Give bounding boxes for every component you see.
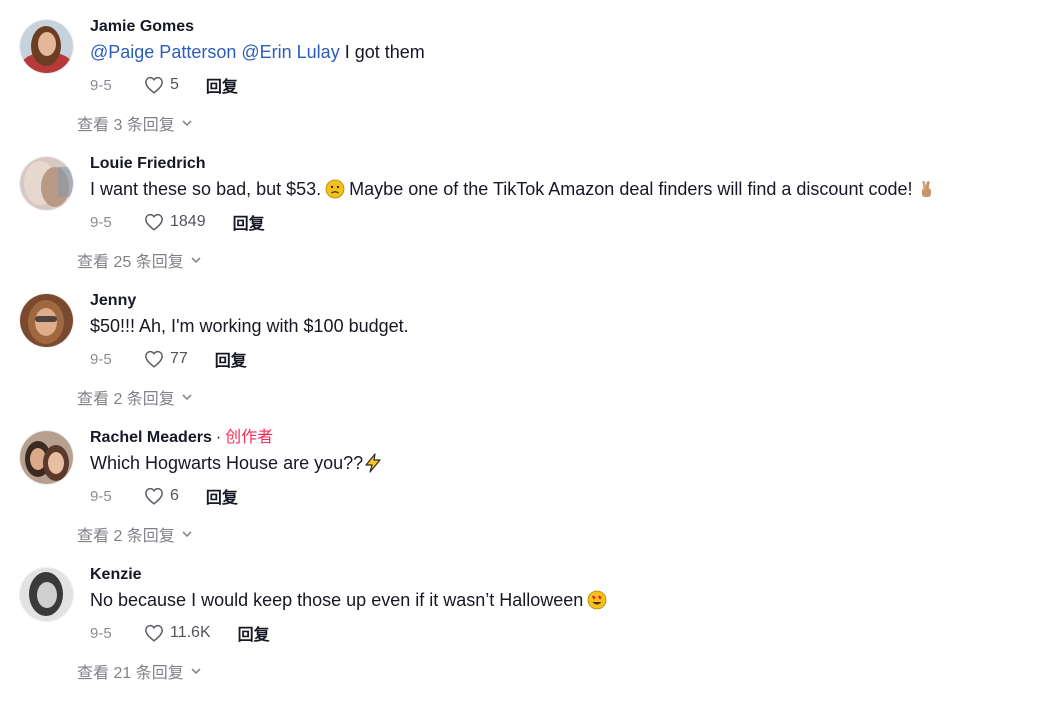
view-replies-label: 查看 2 条回复 [77,391,175,408]
comment-date: 9-5 [90,213,112,231]
comment-item: Louie Friedrich I want these so bad, but… [0,154,1041,291]
lightning-bolt-icon [363,453,383,480]
comment-meta: 9-5 11.6K 回复 [90,621,270,645]
chevron-down-icon [182,531,192,538]
like-button[interactable]: 77 [144,350,188,368]
comment-date: 9-5 [90,487,112,505]
comment-body: $50!!! Ah, I'm working with $100 budget. [90,316,409,336]
heart-icon [145,213,163,231]
comment-body: No because I would keep those up even if… [90,590,584,610]
comment-text: @Paige Patterson @Erin Lulay I got them [90,39,425,65]
comment-meta: 9-5 5 回复 [90,73,238,97]
username-link[interactable]: Rachel Meaders [90,429,212,446]
avatar[interactable] [19,293,74,348]
username[interactable]: Kenzie [90,565,142,585]
view-replies-button[interactable]: 查看 21 条回复 [77,659,202,683]
comment-date: 9-5 [90,350,112,368]
heart-icon [145,350,163,368]
username[interactable]: Louie Friedrich [90,154,206,174]
comment-text: I want these so bad, but $53. Maybe one o… [90,176,939,206]
comment-body: I want these so bad, but $53. [90,179,322,199]
comment-text: Which Hogwarts House are you?? [90,450,387,480]
comment-date: 9-5 [90,76,112,94]
view-replies-label: 查看 21 条回复 [77,665,184,682]
comment-item: Jamie Gomes @Paige Patterson @Erin Lulay… [0,17,1041,154]
comment-item: Jenny $50!!! Ah, I'm working with $100 b… [0,291,1041,428]
avatar[interactable] [19,19,74,74]
avatar[interactable] [19,567,74,622]
like-count: 5 [170,76,179,93]
crossed-fingers-icon [917,179,935,206]
heart-icon [145,624,163,642]
comment-meta: 9-5 77 回复 [90,347,247,371]
slightly-frowning-face-icon [325,179,345,206]
comment-date: 9-5 [90,624,112,642]
comment-text: $50!!! Ah, I'm working with $100 budget. [90,313,409,339]
like-button[interactable]: 6 [144,487,179,505]
like-button[interactable]: 5 [144,76,179,94]
view-replies-label: 查看 3 条回复 [77,117,175,134]
like-count: 77 [170,350,188,367]
view-replies-button[interactable]: 查看 2 条回复 [77,385,193,409]
avatar[interactable] [19,156,74,211]
reply-button[interactable]: 回复 [215,347,247,371]
view-replies-button[interactable]: 查看 25 条回复 [77,248,202,272]
view-replies-label: 查看 2 条回复 [77,528,175,545]
reply-button[interactable]: 回复 [206,484,238,508]
chevron-down-icon [182,120,192,127]
like-count: 1849 [170,213,206,230]
mention-link[interactable]: @Paige Patterson [90,42,236,62]
view-replies-button[interactable]: 查看 3 条回复 [77,111,193,135]
comment-meta: 9-5 1849 回复 [90,210,265,234]
avatar[interactable] [19,430,74,485]
comment-body: Which Hogwarts House are you?? [90,453,364,473]
chevron-down-icon [191,257,201,264]
username[interactable]: Jamie Gomes [90,17,194,37]
like-count: 11.6K [170,624,211,641]
comment-meta: 9-5 6 回复 [90,484,238,508]
chevron-down-icon [191,668,201,675]
comment-item: Kenzie No because I would keep those up … [0,565,1041,702]
username[interactable]: Jenny [90,291,136,311]
heart-eyes-icon [587,590,607,617]
mention-link[interactable]: @Erin Lulay [241,42,339,62]
username: Rachel Meaders · 创作者 [90,428,273,448]
comment-body-continued: Maybe one of the TikTok Amazon deal find… [349,179,913,199]
view-replies-label: 查看 25 条回复 [77,254,184,271]
reply-button[interactable]: 回复 [233,210,265,234]
chevron-down-icon [182,394,192,401]
heart-icon [145,76,163,94]
comment-body: I got them [344,42,425,62]
reply-button[interactable]: 回复 [206,73,238,97]
like-button[interactable]: 11.6K [144,624,211,642]
reply-button[interactable]: 回复 [238,621,270,645]
creator-separator: · [215,429,222,446]
like-button[interactable]: 1849 [144,213,206,231]
comment-item: Rachel Meaders · 创作者 Which Hogwarts House … [0,428,1041,565]
comment-text: No because I would keep those up even if… [90,587,611,617]
heart-icon [145,487,163,505]
creator-badge: 创作者 [225,429,274,446]
like-count: 6 [170,487,179,504]
view-replies-button[interactable]: 查看 2 条回复 [77,522,193,546]
